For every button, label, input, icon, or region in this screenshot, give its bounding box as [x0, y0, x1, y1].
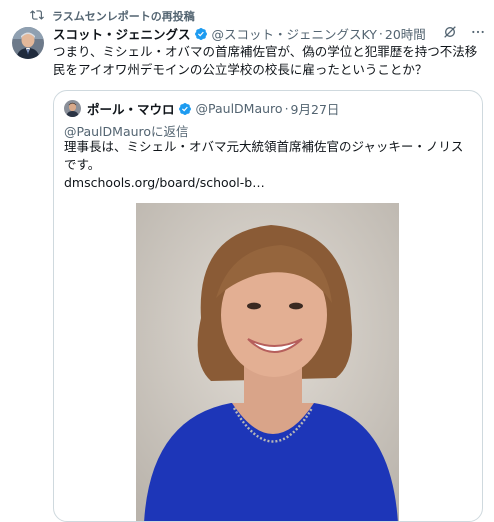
quoted-author-display-name[interactable]: ポール・マウロ [87, 99, 175, 118]
author-display-name[interactable]: スコット・ジェニングス [53, 24, 191, 43]
tweet-text: つまり、ミシェル・オバマの首席補佐官が、偽の学位と犯罪歴を持つ不法移民をアイオワ… [53, 44, 478, 77]
quoted-tweet-header: ポール・マウロ @PaulDMauro · 9月27日 [64, 99, 339, 117]
repost-label[interactable]: ラスムセンレポートの再投稿 [52, 8, 195, 24]
quoted-separator-dot: · [284, 100, 289, 116]
grok-icon[interactable] [442, 24, 458, 44]
quoted-tweet-photo[interactable] [136, 203, 399, 521]
avatar[interactable] [12, 27, 44, 59]
repost-header[interactable]: ラスムセンレポートの再投稿 [30, 8, 195, 24]
quoted-author-handle[interactable]: @PaulDMauro [196, 101, 283, 116]
quoted-tweet-link[interactable]: dmschools.org/board/school-b… [64, 175, 265, 190]
quoted-tweet-card[interactable]: ポール・マウロ @PaulDMauro · 9月27日 @PaulDMauroに… [53, 90, 483, 522]
more-options-icon[interactable] [470, 24, 486, 44]
quoted-author-avatar[interactable] [64, 99, 81, 117]
tweet-header: スコット・ジェニングス @スコット・ジェニングスKY · 20時間 [53, 24, 486, 42]
verified-badge-icon[interactable] [194, 26, 208, 40]
quoted-tweet-text: 理事長は、ミシェル・オバマ元大統領首席補佐官のジャッキー・ノリスです。 [64, 139, 464, 172]
separator-dot: · [378, 25, 383, 41]
quoted-post-date[interactable]: 9月27日 [291, 99, 340, 118]
quoted-verified-badge-icon[interactable] [178, 101, 192, 115]
post-time[interactable]: 20時間 [385, 24, 426, 43]
author-handle[interactable]: @スコット・ジェニングスKY [212, 24, 377, 43]
repost-icon [30, 7, 44, 26]
